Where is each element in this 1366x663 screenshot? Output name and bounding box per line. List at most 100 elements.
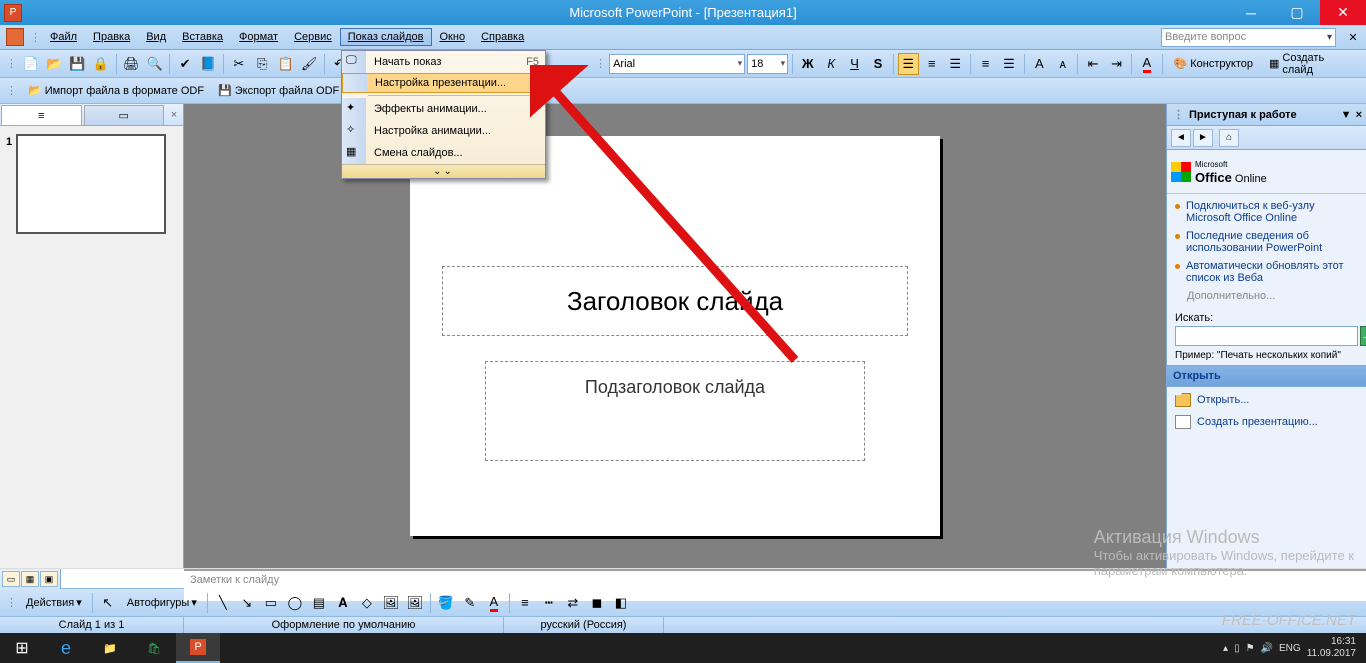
align-right-button[interactable]: ☰ — [944, 53, 965, 75]
line-color-button[interactable]: ✎ — [459, 592, 481, 614]
actions-menu-button[interactable]: Действия ▾ — [20, 592, 88, 614]
select-objects-button[interactable]: ↖ — [97, 592, 119, 614]
slide-thumbnail-row[interactable]: 1 — [6, 134, 177, 234]
fill-color-button[interactable]: 🪣 — [435, 592, 457, 614]
slide-canvas[interactable]: Заголовок слайда Подзаголовок слайда — [410, 136, 940, 536]
toolbar-grip[interactable]: ⋮ — [6, 84, 16, 97]
taskbar-explorer-button[interactable]: 📁 — [88, 633, 132, 663]
link-auto-update[interactable]: Автоматически обновлять этот список из В… — [1186, 260, 1358, 284]
outline-tab[interactable]: ≡ — [1, 105, 82, 125]
increase-indent-button[interactable]: ⇥ — [1106, 53, 1127, 75]
toolbar-grip[interactable]: ⋮ — [30, 31, 40, 44]
arrow-button[interactable]: ↘ — [236, 592, 258, 614]
menu-slide-transition[interactable]: ▦ Смена слайдов... — [342, 142, 545, 164]
nav-home-button[interactable]: ⌂ — [1219, 129, 1239, 147]
bulleted-list-button[interactable]: ☰ — [998, 53, 1019, 75]
tray-volume-icon[interactable]: 🔊 — [1261, 643, 1273, 654]
line-button[interactable]: ╲ — [212, 592, 234, 614]
taskbar-ie-button[interactable]: e — [44, 633, 88, 663]
textbox-button[interactable]: ▤ — [308, 592, 330, 614]
tray-action-center-icon[interactable]: ▯ — [1234, 643, 1240, 654]
link-latest-info[interactable]: Последние сведения об использовании Powe… — [1186, 230, 1358, 254]
spellcheck-button[interactable]: ✔ — [174, 53, 195, 75]
menu-tools[interactable]: Сервис — [286, 28, 340, 46]
menu-setup-show[interactable]: Настройка презентации... — [342, 73, 545, 93]
start-button[interactable]: ⊞ — [0, 633, 44, 663]
toolbar-grip[interactable]: ⋮ — [595, 57, 605, 70]
wordart-button[interactable]: 𝐀 — [332, 592, 354, 614]
tray-network-icon[interactable]: ⚑ — [1246, 643, 1255, 654]
3d-style-button[interactable]: ◧ — [610, 592, 632, 614]
menu-insert[interactable]: Вставка — [174, 28, 231, 46]
create-presentation-link[interactable]: Создать презентацию... — [1175, 415, 1358, 429]
task-pane-close-button[interactable]: × — [1356, 109, 1362, 121]
permission-button[interactable]: 🔒 — [90, 53, 111, 75]
close-pane-button[interactable]: × — [165, 104, 183, 125]
task-pane-dropdown-button[interactable]: ▼ — [1341, 109, 1352, 121]
import-odf-button[interactable]: 📂 Импорт файла в формате ODF — [24, 80, 208, 102]
tray-up-icon[interactable]: ▴ — [1223, 643, 1228, 654]
designer-button[interactable]: 🎨 Конструктор — [1167, 53, 1260, 75]
font-size-combo[interactable]: 18▾ — [747, 54, 788, 74]
menu-animation-setup[interactable]: ✧ Настройка анимации... — [342, 120, 545, 142]
slides-tab[interactable]: ▭ — [84, 105, 165, 125]
diagram-button[interactable]: ◇ — [356, 592, 378, 614]
open-button[interactable]: 📂 — [43, 53, 64, 75]
shadow-style-button[interactable]: ◼ — [586, 592, 608, 614]
font-combo[interactable]: Arial▾ — [609, 54, 745, 74]
print-preview-button[interactable]: 🔍 — [144, 53, 165, 75]
menu-animation-effects[interactable]: ✦ Эффекты анимации... — [342, 98, 545, 120]
slideshow-view-button[interactable]: ▣ — [40, 571, 58, 587]
menu-expand-button[interactable]: ⌄⌄ — [342, 164, 545, 178]
font-color-button[interactable]: A — [1136, 53, 1157, 75]
new-doc-button[interactable]: 📄 — [20, 53, 41, 75]
bold-button[interactable]: Ж — [797, 53, 818, 75]
underline-button[interactable]: Ч — [844, 53, 865, 75]
status-language[interactable]: русский (Россия) — [504, 617, 664, 633]
oval-button[interactable]: ◯ — [284, 592, 306, 614]
font-color-button-drawing[interactable]: A — [483, 592, 505, 614]
toolbar-grip[interactable]: ⋮ — [6, 596, 16, 609]
close-button[interactable]: ✕ — [1320, 0, 1366, 25]
menu-help[interactable]: Справка — [473, 28, 532, 46]
new-slide-button[interactable]: ▦ Создать слайд — [1262, 53, 1362, 75]
menu-slideshow[interactable]: Показ слайдов — [340, 28, 432, 46]
menu-window[interactable]: Окно — [432, 28, 474, 46]
dash-style-button[interactable]: ┅ — [538, 592, 560, 614]
nav-forward-button[interactable]: ► — [1193, 129, 1213, 147]
line-style-button[interactable]: ≡ — [514, 592, 536, 614]
menu-file[interactable]: Файл — [42, 28, 85, 46]
ask-question-combo[interactable]: Введите вопрос▾ — [1161, 28, 1336, 47]
slide-thumbnail[interactable] — [16, 134, 166, 234]
link-connect-office-online[interactable]: Подключиться к веб-узлу Microsoft Office… — [1186, 200, 1358, 224]
research-button[interactable]: 📘 — [198, 53, 219, 75]
decrease-indent-button[interactable]: ⇤ — [1082, 53, 1103, 75]
increase-font-button[interactable]: A — [1029, 53, 1050, 75]
maximize-button[interactable]: ▢ — [1274, 0, 1320, 25]
italic-button[interactable]: К — [820, 53, 841, 75]
decrease-font-button[interactable]: ᴀ — [1052, 53, 1073, 75]
menu-view[interactable]: Вид — [138, 28, 174, 46]
title-placeholder[interactable]: Заголовок слайда — [442, 266, 908, 336]
shadow-button[interactable]: S — [867, 53, 888, 75]
subtitle-placeholder[interactable]: Подзаголовок слайда — [485, 361, 865, 461]
arrow-style-button[interactable]: ⇄ — [562, 592, 584, 614]
system-tray[interactable]: ▴ ▯ ⚑ 🔊 ENG 16:31 11.09.2017 — [1217, 636, 1366, 660]
taskbar-powerpoint-button[interactable]: P — [176, 633, 220, 663]
menu-start-show[interactable]: 🖵 Начать показ F5 — [342, 51, 545, 73]
rectangle-button[interactable]: ▭ — [260, 592, 282, 614]
paste-button[interactable]: 📋 — [275, 53, 296, 75]
nav-back-button[interactable]: ◄ — [1171, 129, 1191, 147]
numbered-list-button[interactable]: ≡ — [975, 53, 996, 75]
copy-button[interactable]: ⎘ — [252, 53, 273, 75]
search-go-button[interactable]: → — [1360, 326, 1366, 346]
toolbar-grip[interactable]: ⋮ — [6, 57, 16, 70]
menu-edit[interactable]: Правка — [85, 28, 138, 46]
cut-button[interactable]: ✂ — [228, 53, 249, 75]
normal-view-button[interactable]: ▭ — [2, 571, 20, 587]
align-center-button[interactable]: ≡ — [921, 53, 942, 75]
format-painter-button[interactable]: 🖌 — [298, 53, 319, 75]
doc-close-button[interactable]: ✕ — [1342, 26, 1364, 48]
tray-language[interactable]: ENG — [1279, 643, 1301, 654]
picture-button[interactable]: 🖼 — [404, 592, 426, 614]
